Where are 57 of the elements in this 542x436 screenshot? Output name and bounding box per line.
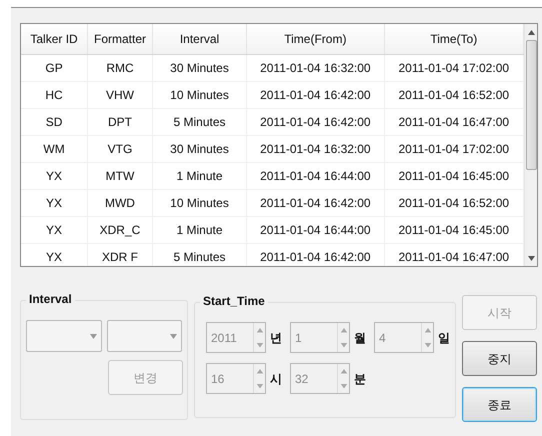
unit-label: 시 [270,370,283,388]
table-cell: 2011-01-04 16:45:00 [384,216,524,243]
table-cell: 2011-01-04 16:52:00 [384,189,524,216]
scrollbar-thumb[interactable] [526,40,536,170]
table-cell: 2011-01-04 16:52:00 [384,81,524,108]
table-cell: WM [21,135,88,162]
table-cell: MWD [88,189,152,216]
table-cell: YX [21,162,88,189]
table-cell: 2011-01-04 16:32:00 [246,135,384,162]
table-cell: DPT [88,108,152,135]
table-cell: RMC [88,54,152,81]
group-title: Start_Time [200,294,268,308]
table-cell: 2011-01-04 17:02:00 [384,135,524,162]
scrollbar[interactable] [524,24,537,266]
table-cell: 2011-01-04 16:32:00 [246,54,384,81]
action-button[interactable]: 종료 [462,387,537,422]
table-cell: HC [21,81,88,108]
action-button[interactable]: 중지 [462,341,537,376]
column-header[interactable]: Talker ID [21,24,88,54]
table-cell: 30 Minutes [152,54,247,81]
table-cell: 2011-01-04 17:02:00 [384,54,524,81]
table-cell: YX [21,243,88,266]
table-cell: VTG [88,135,152,162]
table-cell: YX [21,189,88,216]
table-cell: VHW [88,81,152,108]
table-cell: SD [21,108,88,135]
table-cell: 10 Minutes [152,81,247,108]
table-cell: 2011-01-04 16:42:00 [246,81,384,108]
column-header[interactable]: Time(From) [246,24,384,54]
table-cell: 2011-01-04 16:44:00 [246,162,384,189]
table-cell: 2011-01-04 16:45:00 [384,162,524,189]
column-header[interactable]: Time(To) [384,24,524,54]
table-cell: XDR F [88,243,152,266]
scroll-down-icon[interactable] [528,256,534,260]
unit-label: 분 [354,370,367,388]
table-cell: 1 Minute [152,216,247,243]
table-cell: 1 Minute [152,162,247,189]
unit-label: 일 [438,330,451,346]
table-cell: 5 Minutes [152,243,247,266]
table-cell: XDR_C [88,216,152,243]
table-cell: GP [21,54,88,81]
table-cell: 2011-01-04 16:42:00 [246,189,384,216]
table-cell: 2011-01-04 16:42:00 [246,108,384,135]
table-cell: 2011-01-04 16:44:00 [246,216,384,243]
scroll-up-icon[interactable] [528,30,534,34]
unit-label: 년 [270,330,283,346]
table-cell: 2011-01-04 16:42:00 [246,243,384,266]
table-cell: 2011-01-04 16:47:00 [384,108,524,135]
column-header[interactable]: Formatter [88,24,152,54]
column-header[interactable]: Interval [152,24,247,54]
table-cell: 10 Minutes [152,189,247,216]
group-title: Interval [26,292,75,306]
table-cell: MTW [88,162,152,189]
unit-label: 월 [354,330,367,346]
table-cell: YX [21,216,88,243]
table-cell: 30 Minutes [152,135,247,162]
table-cell: 5 Minutes [152,108,247,135]
